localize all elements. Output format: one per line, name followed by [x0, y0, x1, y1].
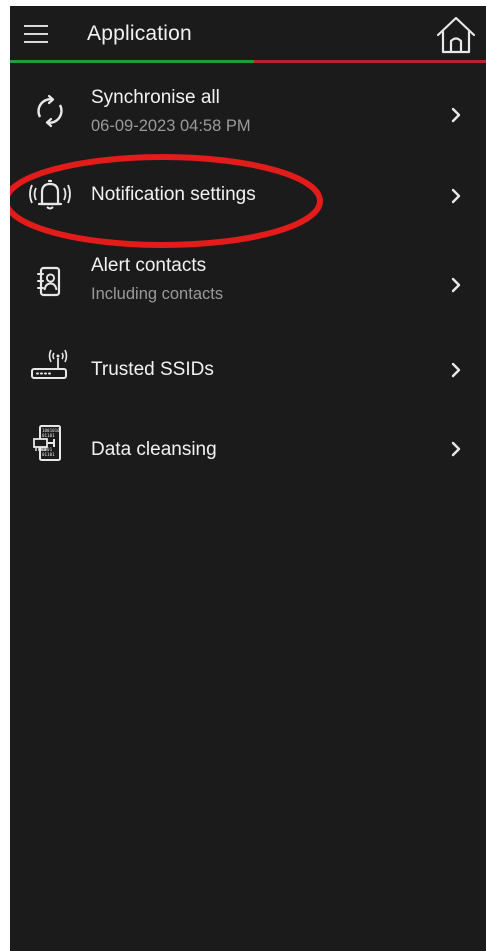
chevron-right-icon [451, 188, 461, 204]
sync-icon [24, 91, 76, 131]
menu-item-label: Alert contacts [91, 255, 207, 276]
chevron-right-icon [451, 441, 461, 457]
page-title: Application [87, 22, 192, 45]
menu-item-label: Notification settings [91, 184, 256, 205]
data-cleansing-icon: 1001010 01101 01101 1001 [24, 423, 76, 463]
menu-item-alert-contacts[interactable]: Alert contacts Including contacts [10, 249, 486, 319]
notification-bell-icon [24, 175, 76, 215]
menu-item-synchronise-all[interactable]: Synchronise all 06-09-2023 04:58 PM [10, 80, 486, 150]
menu-item-label: Synchronise all [91, 87, 220, 108]
svg-text:01101: 01101 [42, 433, 55, 438]
wifi-router-icon [24, 345, 76, 385]
home-icon[interactable] [434, 14, 478, 56]
app-bar: Application [10, 6, 486, 63]
chevron-right-icon [451, 362, 461, 378]
hamburger-menu-icon[interactable] [24, 24, 48, 44]
contacts-book-icon [24, 262, 76, 302]
menu-item-data-cleansing[interactable]: 1001010 01101 01101 1001 Data cleansing [10, 410, 486, 480]
last-sync-timestamp: 06-09-2023 04:58 PM [91, 117, 251, 135]
svg-text:01101: 01101 [42, 452, 55, 457]
menu-item-trusted-ssids[interactable]: Trusted SSIDs [10, 328, 486, 398]
menu-item-notification-settings[interactable]: Notification settings [10, 160, 486, 230]
app-screen: Application Synchronise all 06-09-2023 0… [10, 6, 486, 951]
chevron-right-icon [451, 277, 461, 293]
accent-divider [10, 60, 486, 63]
menu-item-sublabel: Including contacts [91, 285, 224, 303]
menu-item-label: Data cleansing [91, 439, 217, 460]
chevron-right-icon [451, 107, 461, 123]
menu-item-label: Trusted SSIDs [91, 359, 214, 380]
